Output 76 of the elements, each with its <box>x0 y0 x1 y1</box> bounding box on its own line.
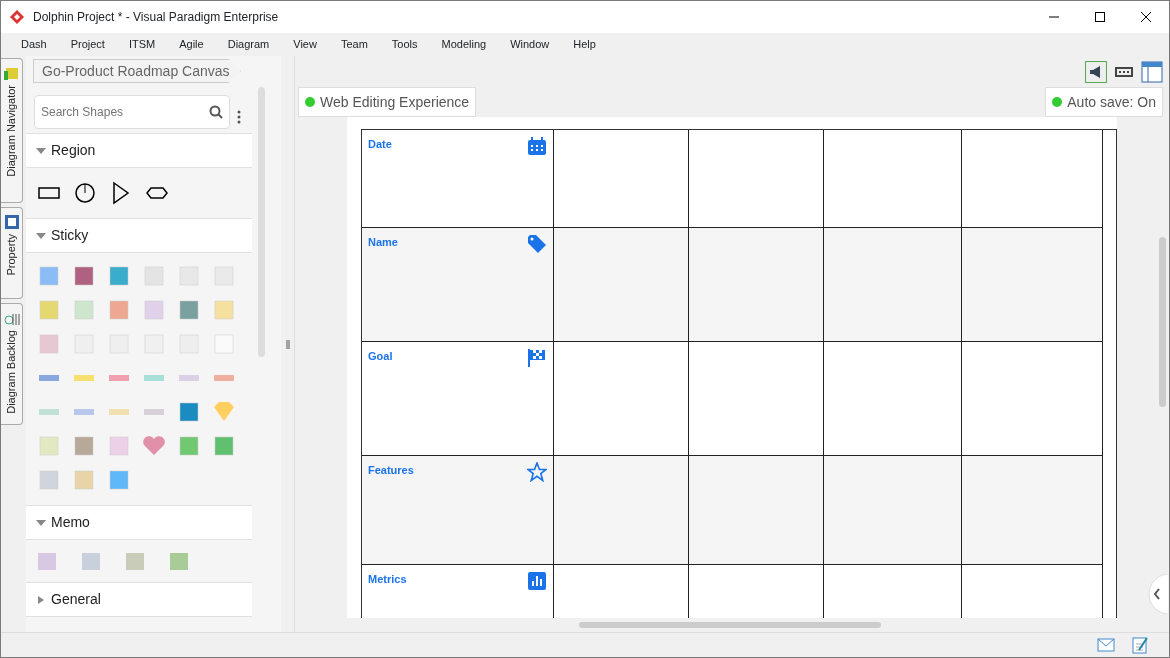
canvas-cell[interactable] <box>962 228 1103 343</box>
layout-icon[interactable] <box>1141 60 1163 83</box>
mode-indicator: Web Editing Experience <box>298 87 477 118</box>
splitter-grip-icon[interactable] <box>285 339 290 349</box>
canvas-cell[interactable] <box>824 130 962 229</box>
canvas-cell[interactable] <box>689 228 824 343</box>
caret-icon[interactable] <box>36 146 46 155</box>
notes-icon[interactable] <box>1131 635 1149 654</box>
star-icon <box>527 462 547 483</box>
more-icon[interactable] <box>236 108 242 125</box>
canvas-cell[interactable] <box>962 456 1103 566</box>
search-field[interactable]: Search Shapes <box>34 95 230 129</box>
canvas-cell[interactable] <box>554 342 689 457</box>
canvas-cell[interactable] <box>554 456 689 566</box>
sticky-note-icon[interactable] <box>36 263 62 289</box>
section-header[interactable]: Sticky <box>26 218 252 253</box>
folder-stack-icon[interactable] <box>3 65 20 81</box>
app-logo-icon <box>9 9 25 25</box>
section-header[interactable]: Memo <box>26 505 252 540</box>
row-label: Date <box>368 137 392 153</box>
canvas-cell[interactable] <box>689 342 824 457</box>
breadcrumb-tab[interactable]: Go-Product Roadmap Canvas <box>33 59 241 83</box>
menu-item[interactable]: Tools <box>379 36 430 53</box>
mail-icon[interactable] <box>1097 637 1115 652</box>
canvas-cell[interactable] <box>824 456 962 566</box>
sticky-note-icon[interactable] <box>176 297 202 323</box>
sticky-note-icon[interactable] <box>106 263 132 289</box>
menu-item[interactable]: Team <box>328 36 380 53</box>
canvas-cell[interactable] <box>962 342 1103 457</box>
tag-icon <box>527 234 547 255</box>
flag-icon <box>527 348 547 369</box>
property-sheet-icon[interactable] <box>3 214 20 230</box>
canvas-cell[interactable] <box>689 130 824 229</box>
caret-icon[interactable] <box>36 518 46 527</box>
section-header[interactable]: Region <box>26 133 252 168</box>
canvas-cell[interactable] <box>824 342 962 457</box>
menu-item[interactable]: View <box>281 36 329 53</box>
sticky-note-icon[interactable] <box>211 433 237 459</box>
search-icon[interactable] <box>209 105 223 119</box>
sticky-note-icon[interactable] <box>106 297 132 323</box>
section-header[interactable]: General <box>26 582 252 617</box>
sticky-note-icon[interactable] <box>71 263 97 289</box>
menu-item[interactable]: Dash <box>9 36 59 53</box>
canvas-cell[interactable] <box>824 228 962 343</box>
menu-item[interactable]: Diagram <box>215 36 282 53</box>
canvas-cell[interactable] <box>689 456 824 566</box>
row-label: Metrics <box>368 572 407 588</box>
calendar-icon <box>527 136 547 157</box>
bar-chart-icon <box>527 571 547 592</box>
sticky-note-icon[interactable] <box>176 399 202 425</box>
close-icon[interactable] <box>1140 11 1152 23</box>
maximize-icon[interactable] <box>1094 11 1106 23</box>
row-label: Features <box>368 463 414 479</box>
autosave-indicator: Auto save: On <box>1045 87 1163 118</box>
row-label: Name <box>368 235 398 251</box>
menu-item[interactable]: Modeling <box>429 36 499 53</box>
scrollbar-thumb[interactable] <box>257 87 265 357</box>
sticky-note-icon[interactable] <box>176 433 202 459</box>
menu-item[interactable]: Agile <box>167 36 216 53</box>
scrollbar-thumb[interactable] <box>579 622 881 629</box>
caret-icon[interactable] <box>36 595 46 604</box>
canvas-cell[interactable] <box>554 228 689 343</box>
canvas-cell[interactable] <box>962 130 1103 229</box>
menu-item[interactable]: ITSM <box>116 36 168 53</box>
shape-icon[interactable] <box>72 180 98 206</box>
menu-item[interactable]: Project <box>58 36 117 53</box>
canvas-cell[interactable] <box>554 130 689 229</box>
scrollbar-thumb[interactable] <box>1158 237 1166 408</box>
sticky-note-icon[interactable] <box>71 433 97 459</box>
window-title: Dolphin Project * - Visual Paradigm Enterprise <box>33 9 279 26</box>
sticky-note-icon[interactable] <box>106 467 132 493</box>
caret-icon[interactable] <box>36 231 46 240</box>
menu-item[interactable]: Window <box>498 36 562 53</box>
row-label: Goal <box>368 349 393 365</box>
megaphone-icon[interactable] <box>1085 60 1107 83</box>
menu-item[interactable]: Help <box>561 36 608 53</box>
